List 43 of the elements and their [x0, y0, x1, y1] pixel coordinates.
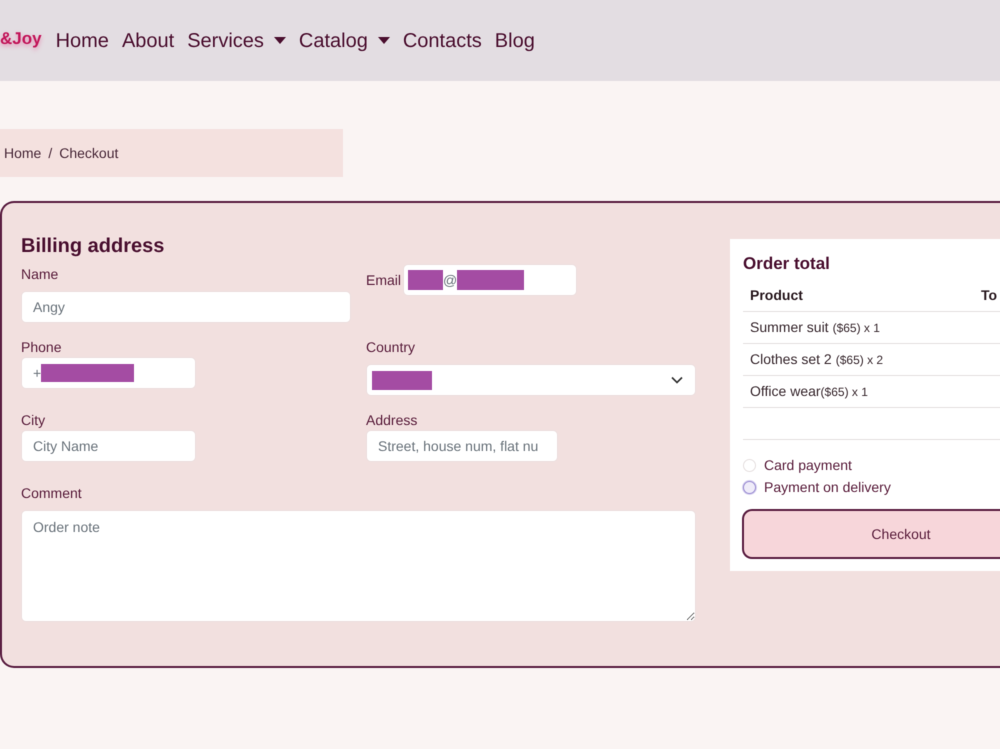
field-label: Name	[21, 265, 60, 284]
table-header: Product	[749, 286, 804, 305]
field-label: Country	[366, 338, 416, 357]
radio-button[interactable]	[743, 480, 756, 494]
comment-textarea[interactable]: Order note	[21, 510, 696, 622]
field-text: +	[33, 364, 42, 383]
product-cell-text: Summer suit ($65) x 1	[750, 318, 880, 337]
product-cell-text: Office wear($65) x 1	[750, 382, 868, 401]
panel-heading: Order total	[743, 254, 831, 274]
breadcrumb-separator: /	[48, 144, 52, 162]
redaction-block	[457, 270, 524, 290]
country-select[interactable]	[366, 364, 696, 396]
section-heading: Billing address	[21, 234, 166, 258]
field-label: Phone	[21, 338, 62, 357]
city-input[interactable]: City Name	[21, 430, 196, 462]
nav-link[interactable]: Contacts	[402, 26, 482, 54]
nav-dropdown[interactable]: Catalog	[298, 26, 390, 54]
table-header: To	[981, 286, 998, 305]
radio-label[interactable]: Card payment	[764, 455, 852, 475]
field-label: Comment	[21, 484, 83, 503]
caret-icon	[274, 37, 286, 44]
field-label: City	[21, 411, 46, 430]
name-input[interactable]: Angy	[21, 291, 351, 323]
product-cell-text: Clothes set 2 ($65) x 2	[750, 350, 884, 369]
nav-dropdown[interactable]: Services	[187, 26, 286, 54]
nav-link[interactable]: Blog	[494, 26, 535, 54]
nav-link[interactable]: About	[122, 26, 174, 54]
brand-logo[interactable]: &Joy	[0, 26, 42, 52]
nav-link[interactable]: Home	[56, 26, 109, 54]
caret-icon	[378, 37, 390, 44]
redaction-block	[408, 270, 444, 290]
redaction-block	[372, 370, 432, 390]
field-label: Address	[366, 411, 418, 430]
address-input[interactable]: Street, house num, flat nu	[366, 430, 558, 462]
breadcrumb-current: Checkout	[59, 144, 118, 162]
checkout-button[interactable]: Checkout	[742, 509, 1000, 559]
email-input[interactable]: @	[403, 264, 578, 296]
field-label: Email	[366, 271, 402, 290]
radio-label[interactable]: Payment on delivery	[764, 477, 891, 497]
chevron-down-icon	[671, 376, 683, 384]
breadcrumb-link[interactable]: Home	[4, 142, 42, 164]
field-text: @	[443, 271, 458, 290]
phone-input[interactable]: +	[21, 357, 196, 389]
